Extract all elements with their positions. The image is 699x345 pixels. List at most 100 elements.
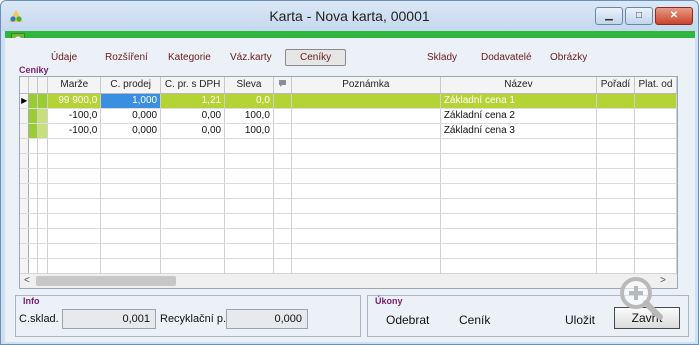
empty-cell[interactable] [440, 258, 597, 274]
cell-poznamka[interactable] [291, 123, 441, 139]
minimize-button[interactable]: ▁ [595, 7, 623, 25]
empty-cell[interactable] [47, 228, 102, 244]
empty-cell[interactable] [100, 243, 162, 259]
cell-c-prodej[interactable]: 1,000 [100, 93, 162, 109]
empty-cell[interactable] [100, 153, 162, 169]
cell-nazev[interactable]: Základní cena 1 [440, 93, 597, 109]
header-nazev[interactable]: Název [440, 77, 597, 94]
cell-plat-od[interactable] [634, 108, 677, 124]
empty-cell[interactable] [47, 213, 102, 229]
table-row[interactable]: -100,0 0,000 0,00 100,0 Základní cena 2 [20, 108, 677, 124]
empty-cell[interactable] [47, 198, 102, 214]
empty-cell[interactable] [160, 183, 226, 199]
tab-udaje[interactable]: Údaje [51, 52, 77, 63]
empty-cell[interactable] [273, 183, 292, 199]
empty-cell[interactable] [273, 213, 292, 229]
cell-sleva[interactable]: 100,0 [224, 123, 274, 139]
table-row-empty[interactable] [20, 183, 677, 199]
empty-cell[interactable] [440, 198, 597, 214]
empty-cell[interactable] [100, 258, 162, 274]
c-sklad-field[interactable]: 0,001 [62, 309, 156, 329]
cell-note-flag[interactable] [273, 108, 292, 124]
empty-cell[interactable] [224, 198, 274, 214]
tab-obrazky[interactable]: Obrázky [550, 52, 587, 63]
empty-cell[interactable] [440, 168, 597, 184]
empty-cell[interactable] [440, 153, 597, 169]
cell-nazev[interactable]: Základní cena 2 [440, 108, 597, 124]
table-row[interactable]: ▶ 99 900,0 1,000 1,21 0,0 Základní cena … [20, 93, 677, 109]
empty-cell[interactable] [100, 138, 162, 154]
tab-ceniky[interactable]: Ceníky [285, 49, 347, 66]
cell-poradi[interactable] [596, 123, 635, 139]
cell-plat-od[interactable] [634, 123, 677, 139]
empty-cell[interactable] [47, 258, 102, 274]
empty-cell[interactable] [440, 213, 597, 229]
empty-cell[interactable] [440, 243, 597, 259]
empty-cell[interactable] [273, 153, 292, 169]
header-marze[interactable]: Marže [47, 77, 102, 94]
table-row-empty[interactable] [20, 198, 677, 214]
empty-cell[interactable] [47, 168, 102, 184]
empty-cell[interactable] [47, 183, 102, 199]
empty-cell[interactable] [100, 198, 162, 214]
cenik-button[interactable]: Ceník [459, 313, 490, 327]
empty-cell[interactable] [634, 168, 677, 184]
empty-cell[interactable] [224, 213, 274, 229]
cell-nazev[interactable]: Základní cena 3 [440, 123, 597, 139]
tab-dodavatele[interactable]: Dodavatelé [481, 52, 532, 63]
header-c-pr-s-dph[interactable]: C. pr. s DPH [160, 77, 226, 94]
empty-cell[interactable] [273, 228, 292, 244]
cell-marze[interactable]: 99 900,0 [47, 93, 102, 109]
empty-cell[interactable] [224, 153, 274, 169]
horizontal-scrollbar[interactable]: < > [20, 273, 677, 288]
empty-cell[interactable] [100, 183, 162, 199]
empty-cell[interactable] [596, 138, 635, 154]
empty-cell[interactable] [47, 243, 102, 259]
empty-cell[interactable] [291, 183, 441, 199]
empty-cell[interactable] [160, 258, 226, 274]
empty-cell[interactable] [596, 168, 635, 184]
empty-cell[interactable] [634, 228, 677, 244]
zoom-in-icon[interactable] [617, 274, 665, 322]
empty-cell[interactable] [160, 153, 226, 169]
table-row[interactable]: -100,0 0,000 0,00 100,0 Základní cena 3 [20, 123, 677, 139]
header-poradi[interactable]: Pořadí [596, 77, 635, 94]
maximize-button[interactable]: □ [625, 7, 653, 25]
empty-cell[interactable] [224, 228, 274, 244]
empty-cell[interactable] [440, 228, 597, 244]
cell-sleva[interactable]: 0,0 [224, 93, 274, 109]
empty-cell[interactable] [160, 198, 226, 214]
scroll-left-icon[interactable]: < [24, 275, 30, 286]
empty-cell[interactable] [273, 168, 292, 184]
empty-cell[interactable] [160, 228, 226, 244]
empty-cell[interactable] [273, 138, 292, 154]
empty-cell[interactable] [634, 153, 677, 169]
tab-sklady[interactable]: Sklady [427, 52, 457, 63]
empty-cell[interactable] [224, 168, 274, 184]
empty-cell[interactable] [100, 228, 162, 244]
close-window-button[interactable]: ✕ [655, 7, 693, 25]
header-plat-od[interactable]: Plat. od [634, 77, 677, 94]
cell-poznamka[interactable] [291, 93, 441, 109]
empty-cell[interactable] [100, 168, 162, 184]
empty-cell[interactable] [291, 213, 441, 229]
empty-cell[interactable] [224, 258, 274, 274]
cell-plat-od[interactable] [634, 93, 677, 109]
empty-cell[interactable] [273, 198, 292, 214]
cell-c-pr-s-dph[interactable]: 1,21 [160, 93, 226, 109]
empty-cell[interactable] [634, 258, 677, 274]
empty-cell[interactable] [596, 198, 635, 214]
header-poznamka[interactable]: Poznámka [291, 77, 441, 94]
empty-cell[interactable] [224, 138, 274, 154]
empty-cell[interactable] [160, 213, 226, 229]
odebrat-button[interactable]: Odebrat [386, 313, 429, 327]
cell-c-prodej[interactable]: 0,000 [100, 123, 162, 139]
recyklacni-field[interactable]: 0,000 [226, 309, 308, 329]
table-row-empty[interactable] [20, 213, 677, 229]
empty-cell[interactable] [160, 138, 226, 154]
tab-rozsireni[interactable]: Rozšíření [105, 52, 148, 63]
empty-cell[interactable] [291, 153, 441, 169]
empty-cell[interactable] [100, 213, 162, 229]
scrollbar-thumb[interactable] [36, 276, 176, 286]
empty-cell[interactable] [596, 243, 635, 259]
